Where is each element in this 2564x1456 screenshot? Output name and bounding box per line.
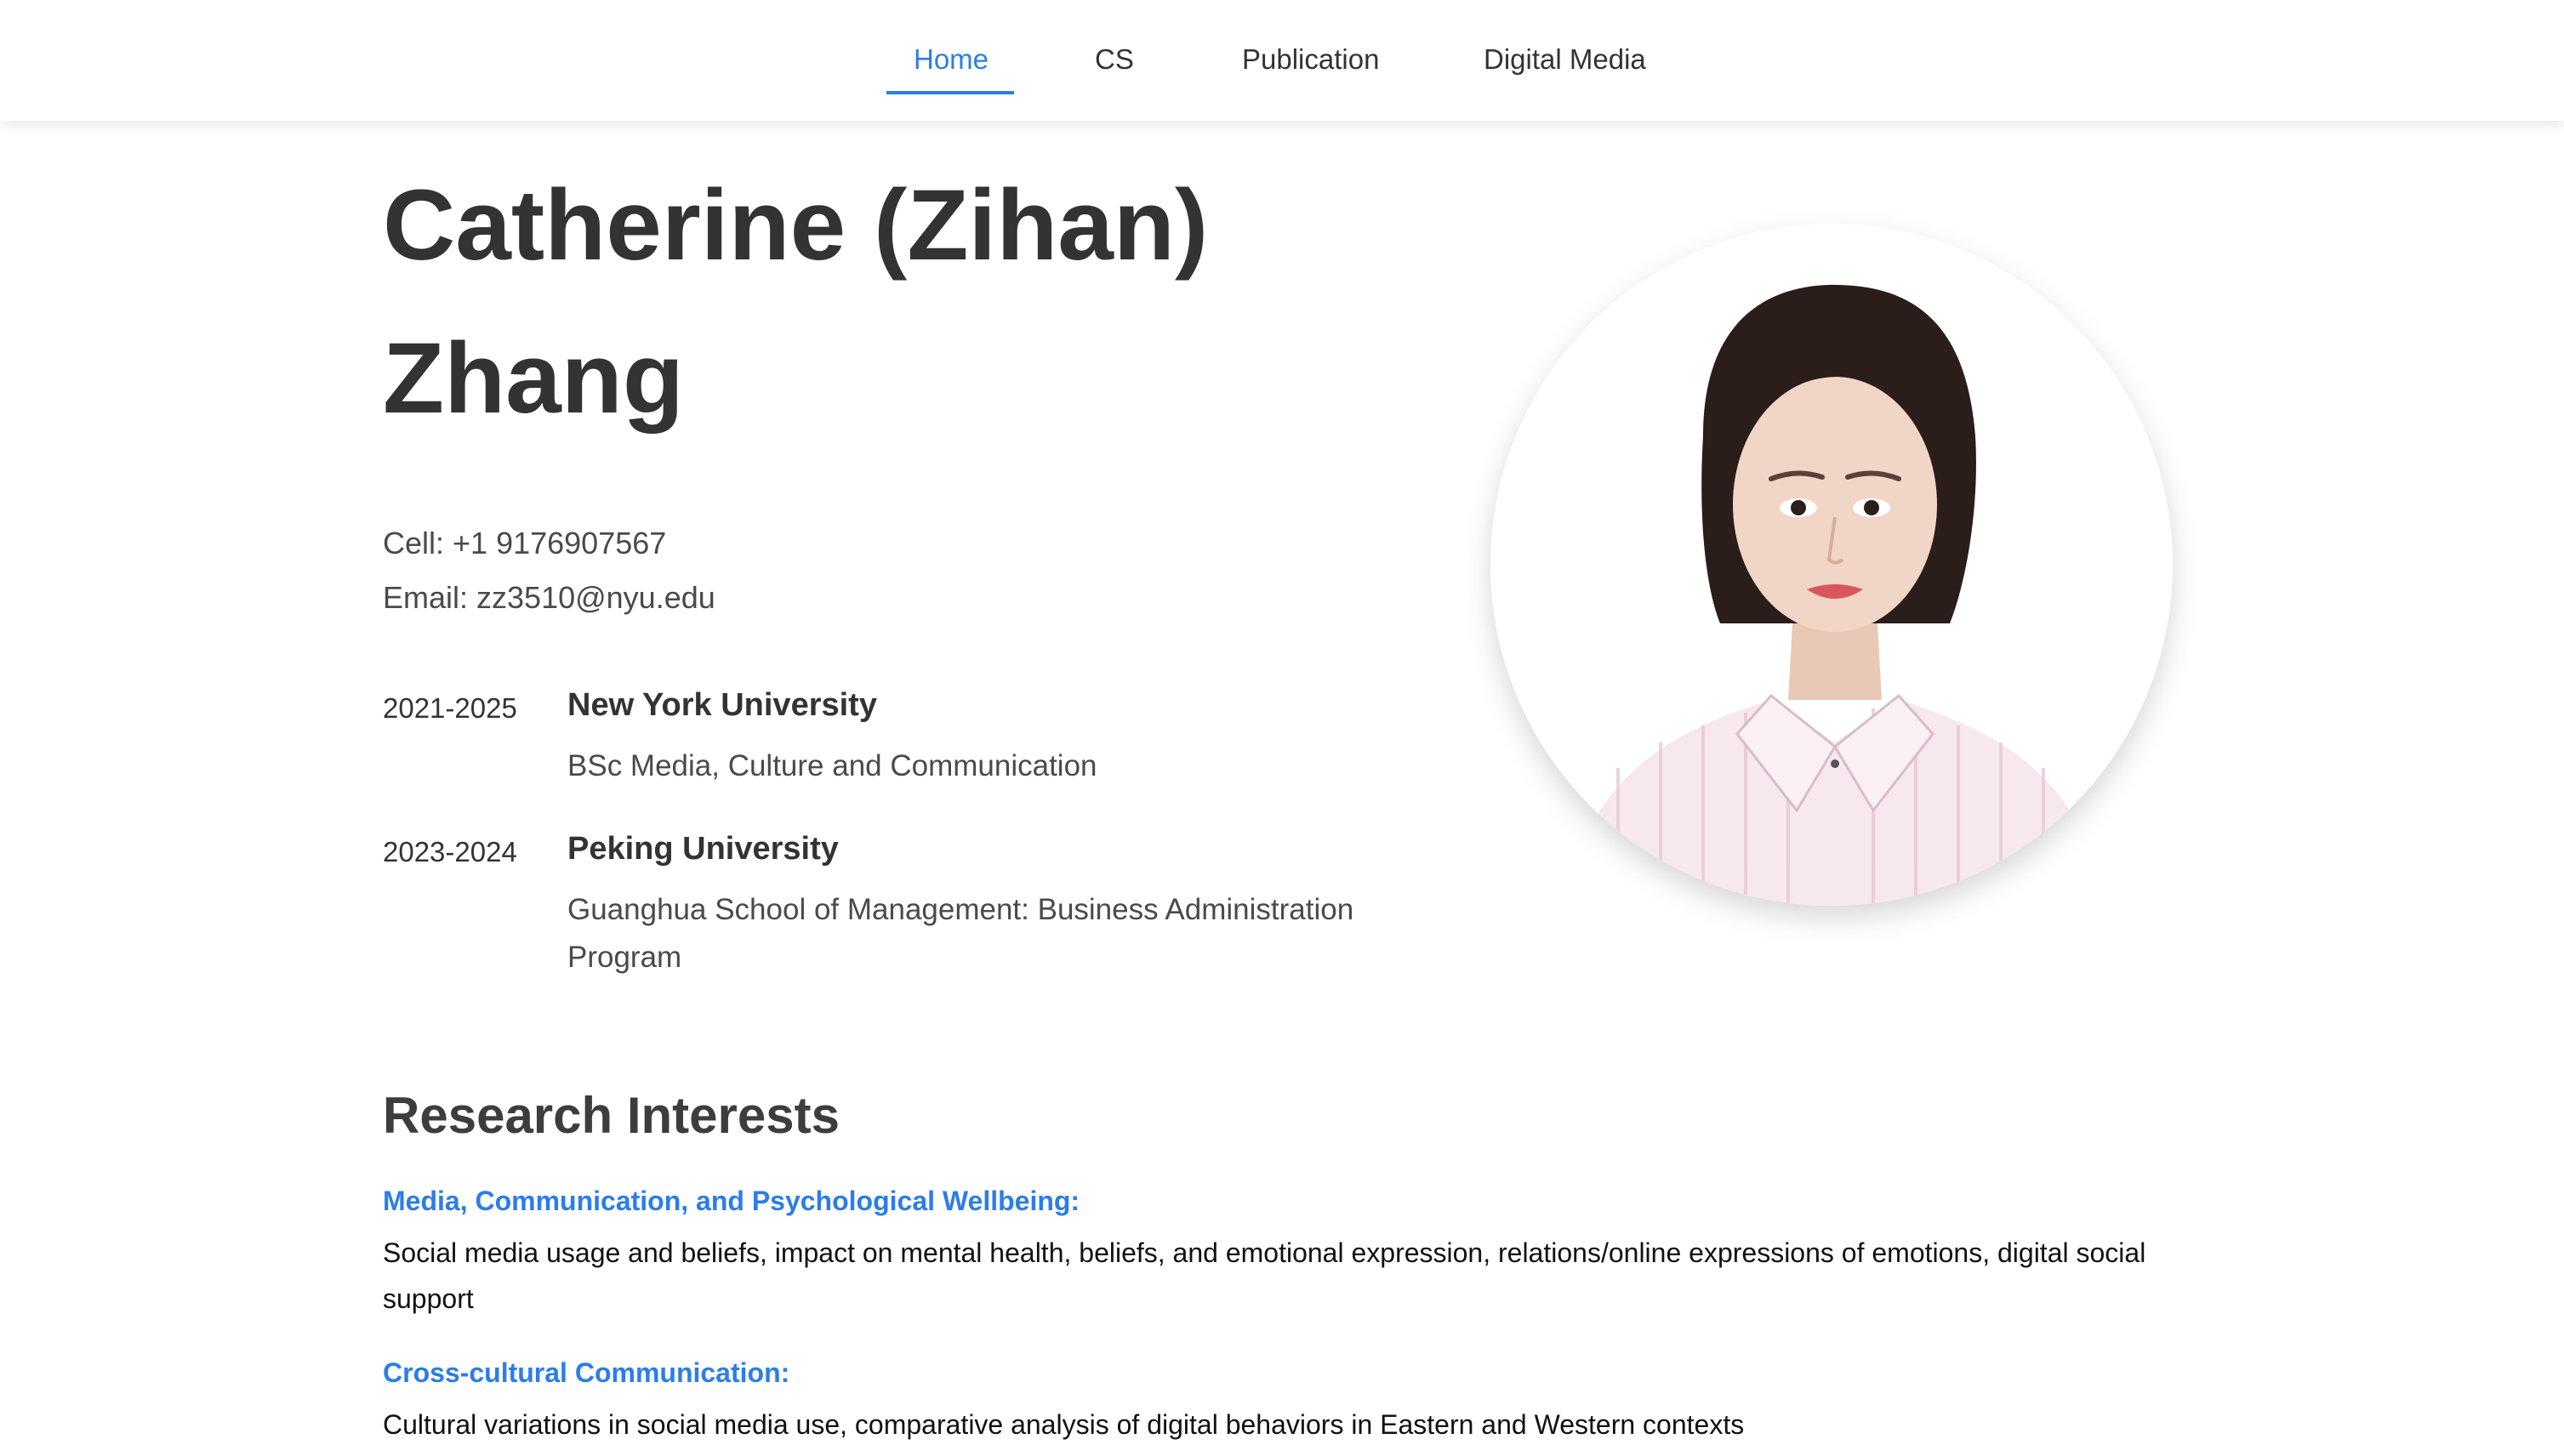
nav-cs-link[interactable]: CS bbox=[1095, 43, 1134, 77]
portrait-illustration bbox=[1490, 224, 2173, 906]
page-title-line-2: Zhang bbox=[383, 322, 684, 435]
nav-home-link[interactable]: Home bbox=[914, 43, 989, 77]
education-program: BSc Media, Culture and Communication bbox=[567, 749, 1097, 782]
education-program: Guanghua School of Management: Business … bbox=[567, 893, 1354, 974]
research-interest-title: Cross-cultural Communication: bbox=[383, 1357, 790, 1388]
cell-phone-text: Cell: +1 9176907567 bbox=[383, 526, 667, 560]
active-tab-indicator bbox=[886, 91, 1014, 94]
nav-publication-link[interactable]: Publication bbox=[1242, 43, 1379, 77]
page-title-line-1: Catherine (Zihan) bbox=[383, 169, 1209, 282]
research-interest-description: Social media usage and beliefs, impact o… bbox=[383, 1237, 2146, 1314]
education-school: New York University bbox=[567, 687, 877, 723]
email-text: Email: zz3510@nyu.edu bbox=[383, 580, 715, 615]
education-years: 2023-2024 bbox=[383, 836, 517, 867]
research-interests-heading: Research Interests bbox=[383, 1087, 840, 1144]
education-years: 2021-2025 bbox=[383, 692, 517, 724]
research-interest-description: Cultural variations in social media use,… bbox=[383, 1409, 1745, 1440]
research-interest-title: Media, Communication, and Psychological … bbox=[383, 1186, 1080, 1216]
profile-photo bbox=[1490, 224, 2173, 906]
top-navbar: Home CS Publication Digital Media bbox=[0, 0, 2564, 121]
education-school: Peking University bbox=[567, 831, 839, 867]
nav-digital-media-link[interactable]: Digital Media bbox=[1484, 43, 1646, 77]
